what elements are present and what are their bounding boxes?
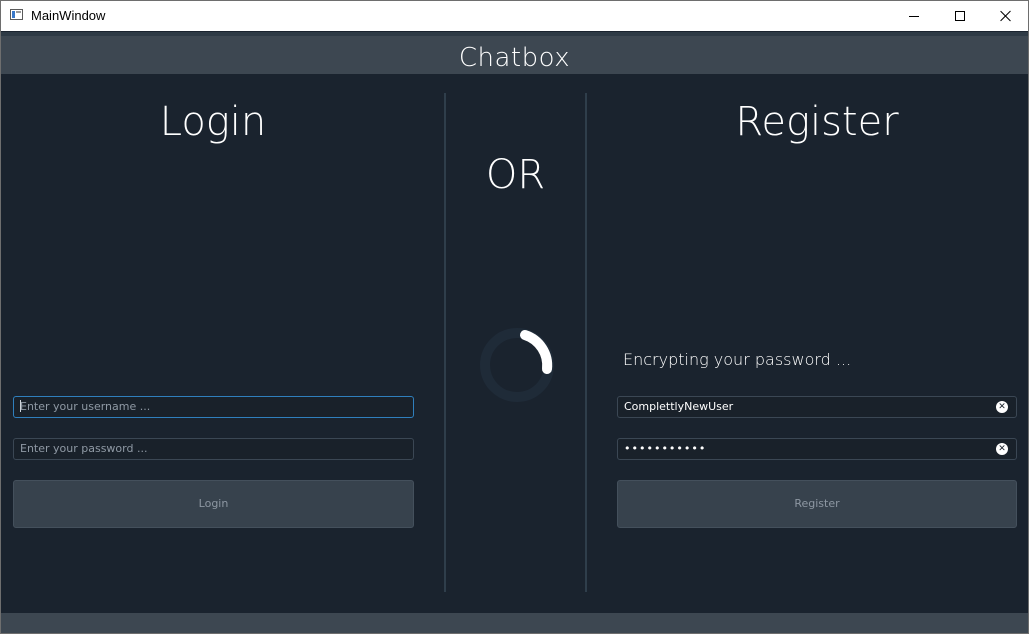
right-divider — [585, 93, 587, 592]
app-window-icon — [10, 9, 23, 20]
register-heading: Register — [735, 99, 899, 145]
status-bar — [1, 613, 1028, 633]
login-username-input[interactable]: Enter your username ... — [13, 396, 414, 418]
minimize-button[interactable] — [891, 1, 937, 31]
register-password-input[interactable]: ••••••••••• ✕ — [617, 438, 1017, 460]
encryption-status: Encrypting your password ... — [623, 350, 852, 369]
clear-field-icon[interactable]: ✕ — [996, 401, 1008, 413]
register-password-value: ••••••••••• — [624, 442, 707, 455]
app-header: Chatbox — [1, 36, 1028, 74]
login-password-input[interactable]: Enter your password ... — [13, 438, 414, 460]
app-title: Chatbox — [458, 43, 571, 73]
register-button[interactable]: Register — [617, 480, 1017, 528]
login-heading: Login — [159, 99, 267, 145]
minimize-icon — [909, 15, 919, 17]
login-password-placeholder: Enter your password ... — [20, 442, 148, 455]
login-button[interactable]: Login — [13, 480, 414, 528]
loading-spinner-icon — [480, 328, 554, 402]
maximize-button[interactable] — [937, 1, 983, 31]
close-button[interactable] — [983, 1, 1029, 31]
login-username-placeholder: Enter your username ... — [20, 400, 151, 413]
or-separator: OR — [485, 152, 546, 198]
maximize-icon — [955, 11, 965, 21]
register-username-value: ComplettlyNewUser — [624, 400, 734, 413]
close-icon — [1000, 10, 1012, 22]
main-window: MainWindow Chatbox Login Enter your user… — [0, 0, 1029, 634]
register-username-input[interactable]: ComplettlyNewUser ✕ — [617, 396, 1017, 418]
window-title: MainWindow — [31, 8, 106, 23]
title-bar[interactable]: MainWindow — [1, 1, 1028, 31]
clear-field-icon[interactable]: ✕ — [996, 443, 1008, 455]
